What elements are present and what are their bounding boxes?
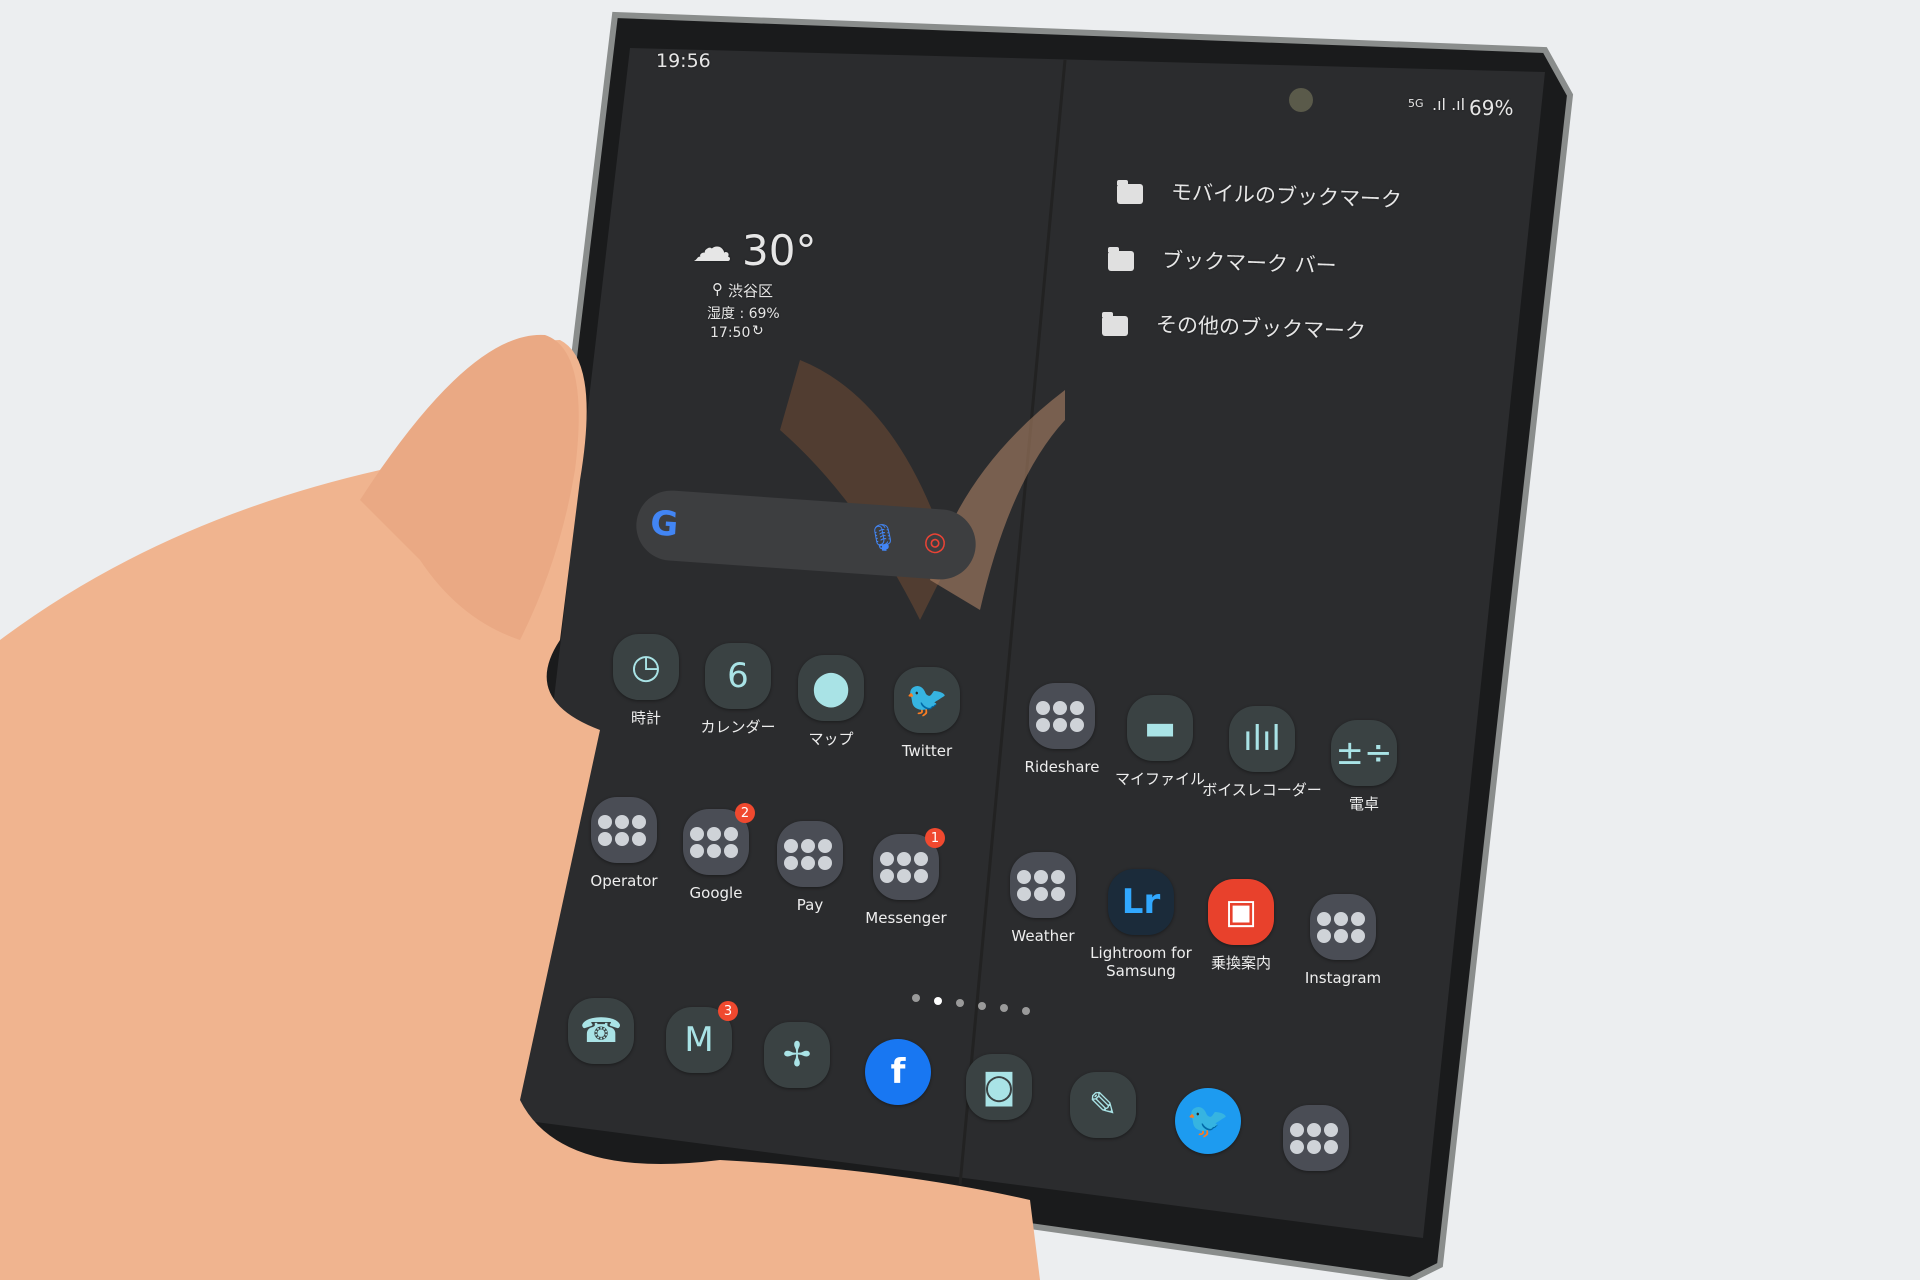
page-dot[interactable] <box>956 999 964 1007</box>
refresh-icon[interactable]: ↻ <box>752 323 764 339</box>
pinwheel-icon: ✢ <box>782 1035 812 1075</box>
dock-item-4[interactable]: ◙ <box>966 1054 1032 1120</box>
photo-background <box>0 11 1574 1280</box>
app-icon-13[interactable]: Lr <box>1108 869 1174 935</box>
app-label: 時計 <box>630 709 662 727</box>
app-label: ボイスレコーダー <box>1202 781 1322 799</box>
folder-icon <box>1117 180 1143 204</box>
dock-item-7[interactable] <box>1283 1105 1349 1171</box>
dock-item-3[interactable]: f <box>865 1039 931 1105</box>
page-dot[interactable] <box>1000 1004 1008 1012</box>
clock-icon: ◷ <box>631 647 661 687</box>
folder-icon <box>1017 869 1069 901</box>
network-indicator: 5G <box>1408 97 1424 110</box>
google-logo-icon: G <box>649 503 680 546</box>
page-dot[interactable] <box>912 994 920 1002</box>
folder-icon <box>1317 911 1369 943</box>
notes-icon: ✎ <box>1088 1085 1118 1125</box>
notification-badge: 1 <box>925 828 945 848</box>
weather-humidity: 湿度 : 69% <box>707 306 780 322</box>
dock-item-5[interactable]: ✎ <box>1070 1072 1136 1138</box>
voice-recorder-icon: ılıl <box>1243 719 1281 759</box>
app-icon-11[interactable]: 1 <box>873 828 945 900</box>
twitter-icon: 🐦 <box>905 680 949 720</box>
app-label: Instagram <box>1304 969 1382 987</box>
app-label: マップ <box>808 730 854 748</box>
app-icon-15[interactable] <box>1310 894 1376 960</box>
app-label: Weather <box>1011 927 1075 945</box>
gmail-icon: M <box>684 1020 714 1060</box>
folder-icon <box>1108 247 1134 271</box>
bookmark-label: ブックマーク バー <box>1161 247 1338 279</box>
app-label: マイファイル <box>1114 770 1206 788</box>
camera-icon: ◙ <box>982 1067 1016 1107</box>
status-time: 19:56 <box>656 50 711 72</box>
app-icon-12[interactable] <box>1010 852 1076 918</box>
map-pin-icon: ⬤ <box>811 668 851 708</box>
notification-badge: 3 <box>718 1001 738 1021</box>
phone-icon: ☎ <box>579 1011 623 1051</box>
lightroom-icon: Lr <box>1121 882 1161 922</box>
app-icon-3[interactable]: 🐦 <box>894 667 960 733</box>
files-icon: ▬ <box>1143 708 1177 748</box>
folder-icon <box>690 826 742 858</box>
app-icon-0[interactable]: ◷ <box>613 634 679 700</box>
app-label: 電卓 <box>1348 795 1380 813</box>
dock-item-0[interactable]: ☎ <box>568 998 634 1064</box>
weather-updated: 17:50 <box>710 325 751 341</box>
app-icon-2[interactable]: ⬤ <box>798 655 864 721</box>
app-label: Operator <box>590 872 658 890</box>
facebook-icon: f <box>890 1052 906 1092</box>
folder-icon <box>1102 312 1128 336</box>
dock-item-2[interactable]: ✢ <box>764 1022 830 1088</box>
train-icon: ▣ <box>1224 892 1258 932</box>
twitter-icon: 🐦 <box>1186 1101 1230 1141</box>
folder-icon <box>1290 1122 1342 1154</box>
app-icon-4[interactable] <box>1029 683 1095 749</box>
battery-level: 69% <box>1469 96 1514 120</box>
app-icon-8[interactable] <box>591 797 657 863</box>
folder-icon <box>880 851 932 883</box>
calendar-icon: 6 <box>727 656 749 696</box>
app-label: Pay <box>796 896 824 914</box>
folder-icon <box>784 838 836 870</box>
signal-icon: .ıl .ıl <box>1432 95 1466 114</box>
page-dot[interactable] <box>934 996 942 1005</box>
dock-item-6[interactable]: 🐦 <box>1175 1088 1241 1154</box>
app-label: Messenger <box>865 909 947 927</box>
camera-hole <box>1289 88 1313 112</box>
google-lens-icon[interactable]: ◎ <box>923 526 948 558</box>
app-icon-10[interactable] <box>777 821 843 887</box>
calculator-icon: ±÷ <box>1335 733 1393 773</box>
folder-icon <box>598 814 650 846</box>
app-icon-1[interactable]: 6 <box>705 643 771 709</box>
cloud-icon: ☁ <box>692 225 732 271</box>
app-icon-9[interactable]: 2 <box>683 803 755 875</box>
notification-badge: 2 <box>735 803 755 823</box>
page-dot[interactable] <box>1022 1006 1030 1015</box>
app-icon-5[interactable]: ▬ <box>1127 695 1193 761</box>
app-label: Google <box>689 884 743 902</box>
app-icon-7[interactable]: ±÷ <box>1331 720 1397 786</box>
app-label: Rideshare <box>1024 758 1100 776</box>
dock-item-1[interactable]: M3 <box>666 1001 738 1073</box>
microphone-icon[interactable]: 🎙 <box>865 522 900 554</box>
app-label: カレンダー <box>700 718 776 736</box>
folder-icon <box>1036 700 1088 732</box>
location-pin-icon: ⚲ <box>712 280 723 298</box>
weather-temperature: 30° <box>742 226 817 275</box>
app-label: Lightroom for Samsung <box>1090 944 1192 980</box>
app-icon-6[interactable]: ılıl <box>1229 706 1295 772</box>
app-label: 乗換案内 <box>1210 954 1272 972</box>
page-dot[interactable] <box>978 1001 986 1010</box>
app-label: Twitter <box>901 742 953 760</box>
app-icon-14[interactable]: ▣ <box>1208 879 1274 945</box>
weather-location: 渋谷区 <box>728 282 774 300</box>
